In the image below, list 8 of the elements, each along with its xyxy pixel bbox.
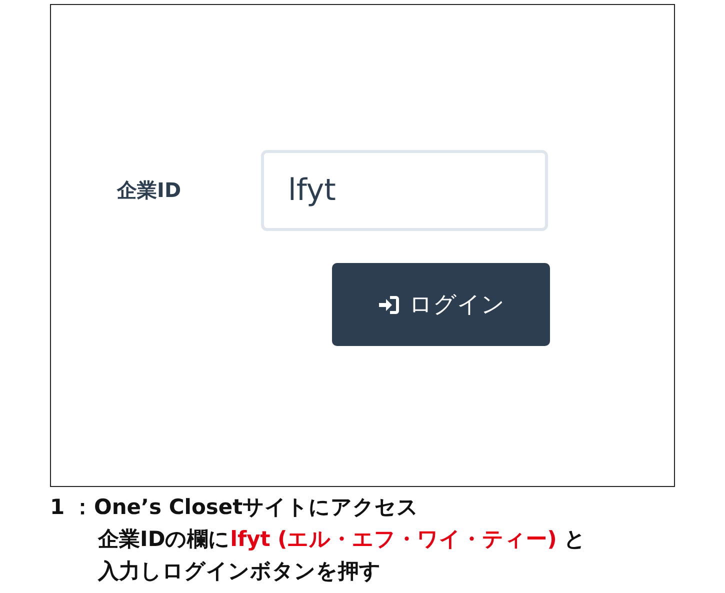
- step-title: One’s Closetサイトにアクセス: [94, 494, 419, 521]
- step-separator: ：: [72, 494, 94, 521]
- input-field[interactable]: lfyt: [261, 150, 548, 231]
- instruction-text: 入力しログインボタンを押す: [98, 558, 381, 585]
- step-number: 1: [50, 495, 66, 519]
- instruction-text: 企業IDの欄に lfyt (エル・エフ・ワイ・ティー) と: [98, 526, 586, 553]
- login-button[interactable]: ログイン: [332, 263, 550, 346]
- field-label: 企業ID: [117, 177, 182, 204]
